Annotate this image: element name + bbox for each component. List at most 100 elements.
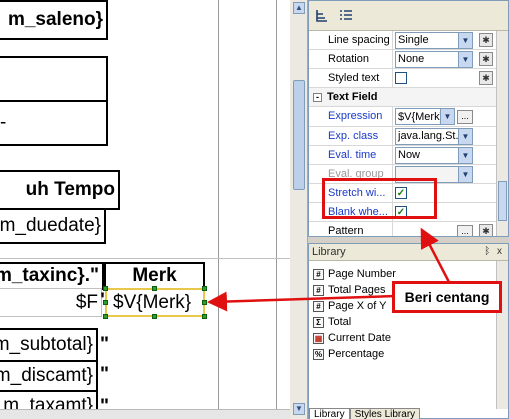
resize-handle[interactable] bbox=[202, 314, 207, 319]
field-duedate[interactable]: m_duedate} bbox=[0, 208, 106, 244]
field-text: $V{Merk} bbox=[113, 291, 192, 313]
prop-value: Single ▼ ✱ bbox=[393, 31, 493, 50]
expression-field[interactable]: $V{Merk} ▼ bbox=[395, 108, 455, 125]
band-separator bbox=[0, 258, 290, 259]
resize-handle[interactable] bbox=[202, 286, 207, 291]
calendar-icon: ▦ bbox=[313, 332, 324, 344]
chevron-down-icon: ▼ bbox=[458, 166, 472, 182]
reset-default-icon[interactable]: ✱ bbox=[479, 51, 493, 66]
horizontal-scrollbar[interactable] bbox=[0, 409, 290, 419]
chevron-down-icon[interactable]: ▼ bbox=[458, 51, 472, 67]
margin-guide bbox=[276, 0, 277, 419]
select-value: None bbox=[398, 53, 425, 65]
field-text: m_saleno} bbox=[7, 9, 103, 30]
item-label: Current Date bbox=[328, 332, 391, 344]
library-panel: Library ᛒ x # Page Number # Total Pages # P… bbox=[308, 243, 509, 419]
expression-editor-button[interactable]: ... bbox=[457, 109, 473, 124]
section-title: Text Field bbox=[327, 91, 378, 103]
select-value: Now bbox=[398, 149, 421, 161]
field-taxinc[interactable]: m_taxinc}." bbox=[0, 262, 104, 290]
tab-styles-library[interactable]: Styles Library bbox=[349, 408, 421, 419]
chevron-down-icon[interactable]: ▼ bbox=[458, 147, 472, 163]
prop-value: java.lang.St... ▼ bbox=[393, 127, 473, 146]
library-item-total-pages[interactable]: # Total Pages bbox=[313, 282, 385, 298]
label-jatuh-tempo[interactable]: uh Tempo bbox=[0, 170, 120, 210]
quote-mark: " bbox=[100, 334, 110, 355]
empty-cell[interactable]: - bbox=[0, 100, 108, 146]
item-label: Page X of Y bbox=[328, 300, 387, 312]
styled-text-checkbox[interactable] bbox=[395, 72, 407, 84]
prop-label: Expression bbox=[309, 107, 393, 126]
prop-label: Rotation bbox=[309, 49, 393, 69]
prop-line-spacing: Line spacing Single ▼ ✱ bbox=[309, 30, 497, 50]
resize-handle[interactable] bbox=[103, 300, 108, 305]
field-text: m_taxinc}." bbox=[0, 265, 99, 286]
properties-scrollbar[interactable] bbox=[496, 31, 508, 236]
field-text: - bbox=[0, 112, 7, 133]
sorted-list-icon[interactable] bbox=[337, 7, 355, 25]
prop-value: None ▼ ✱ bbox=[393, 50, 493, 69]
library-item-total[interactable]: Σ Total bbox=[313, 314, 351, 330]
scrollbar-thumb[interactable] bbox=[293, 80, 305, 190]
field-f[interactable]: $F bbox=[0, 288, 102, 317]
resize-handle[interactable] bbox=[152, 286, 157, 291]
vertical-scrollbar[interactable]: ▲ ▼ bbox=[290, 0, 308, 419]
field-text: uh Tempo bbox=[25, 179, 115, 200]
scrollbar-thumb[interactable] bbox=[498, 181, 507, 221]
item-label: Total Pages bbox=[328, 284, 386, 296]
prop-styled-text: Styled text ✱ bbox=[309, 68, 497, 88]
annotation-callout: Beri centang bbox=[392, 281, 502, 313]
margin-guide bbox=[218, 0, 219, 419]
prop-pattern: Pattern ... ✱ bbox=[309, 222, 497, 236]
annotation-highlight-box bbox=[322, 178, 437, 219]
chevron-down-icon[interactable]: ▼ bbox=[458, 32, 472, 48]
prop-label: Pattern bbox=[309, 222, 393, 236]
library-tabs: Library Styles Library bbox=[309, 408, 421, 419]
report-design-canvas[interactable]: m_saleno} - uh Tempo m_duedate} m_taxinc… bbox=[0, 0, 290, 419]
chevron-down-icon[interactable]: ▼ bbox=[440, 109, 454, 124]
properties-toolbar bbox=[309, 1, 508, 31]
library-item-page-number[interactable]: # Page Number bbox=[313, 266, 396, 282]
reset-default-icon[interactable]: ✱ bbox=[479, 224, 493, 236]
line-spacing-select[interactable]: Single ▼ bbox=[395, 31, 473, 49]
eval-time-select[interactable]: Now ▼ bbox=[395, 146, 473, 164]
hash-icon: # bbox=[313, 284, 324, 296]
section-text-field[interactable]: - Text Field bbox=[309, 88, 497, 107]
categorized-view-icon[interactable] bbox=[313, 7, 331, 25]
resize-handle[interactable] bbox=[103, 286, 108, 291]
library-item-current-date[interactable]: ▦ Current Date bbox=[313, 330, 391, 346]
field-subtotal[interactable]: m_subtotal} bbox=[0, 328, 98, 362]
prop-label: Exp. class bbox=[309, 126, 393, 146]
field-text: $F bbox=[75, 291, 98, 313]
exp-class-select[interactable]: java.lang.St... ▼ bbox=[395, 127, 473, 145]
scroll-up-arrow-icon[interactable]: ▲ bbox=[293, 2, 305, 14]
selected-merk-textfield[interactable]: $V{Merk} bbox=[105, 288, 205, 317]
collapse-icon[interactable]: - bbox=[313, 92, 322, 102]
resize-handle[interactable] bbox=[202, 300, 207, 305]
field-saleno[interactable]: m_saleno} bbox=[0, 0, 108, 40]
empty-cell[interactable] bbox=[0, 56, 108, 102]
prop-value: ... ✱ bbox=[393, 222, 493, 236]
rotation-select[interactable]: None ▼ bbox=[395, 50, 473, 68]
resize-handle[interactable] bbox=[103, 314, 108, 319]
prop-label: Styled text bbox=[309, 68, 393, 88]
pin-close-icon[interactable]: ᛒ x bbox=[484, 246, 504, 257]
pattern-editor-button[interactable]: ... bbox=[457, 224, 473, 236]
field-text: m_duedate} bbox=[0, 215, 101, 236]
prop-label: Eval. time bbox=[309, 145, 393, 165]
percent-icon: % bbox=[313, 348, 324, 360]
reset-default-icon[interactable]: ✱ bbox=[479, 70, 493, 85]
prop-value: $V{Merk} ▼ ... bbox=[393, 107, 473, 126]
field-discamt[interactable]: m_discamt} bbox=[0, 360, 98, 392]
reset-default-icon[interactable]: ✱ bbox=[479, 32, 493, 47]
tab-library[interactable]: Library bbox=[309, 408, 350, 419]
resize-handle[interactable] bbox=[152, 314, 157, 319]
prop-eval-time: Eval. time Now ▼ bbox=[309, 145, 497, 165]
chevron-down-icon[interactable]: ▼ bbox=[458, 128, 472, 144]
library-title-bar: Library ᛒ x bbox=[309, 244, 508, 261]
panel-title: Library bbox=[312, 246, 346, 258]
library-item-page-x-of-y[interactable]: # Page X of Y bbox=[313, 298, 387, 314]
prop-value: Now ▼ bbox=[393, 146, 473, 165]
scroll-down-arrow-icon[interactable]: ▼ bbox=[293, 403, 305, 415]
library-item-percentage[interactable]: % Percentage bbox=[313, 346, 384, 362]
